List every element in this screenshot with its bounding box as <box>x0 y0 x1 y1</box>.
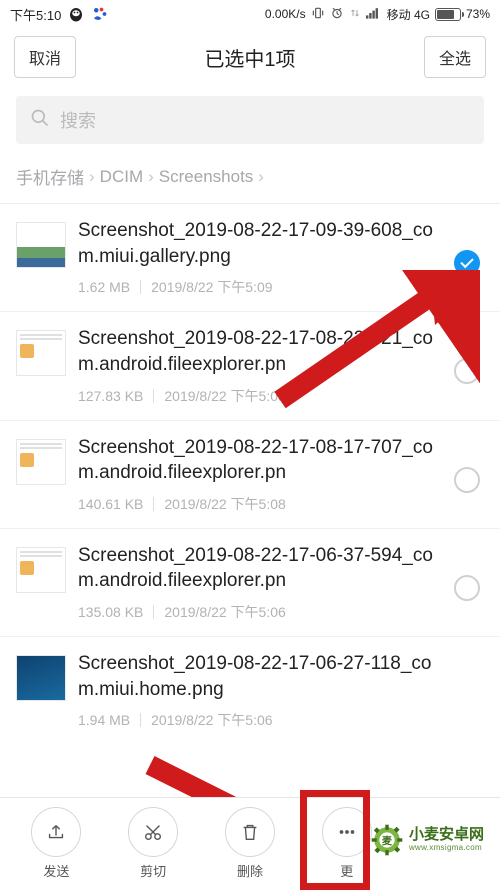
cancel-button[interactable]: 取消 <box>14 36 76 78</box>
file-row[interactable]: Screenshot_2019-08-22-17-08-17-707_com.a… <box>0 421 500 529</box>
file-thumbnail <box>16 655 66 701</box>
file-thumbnail <box>16 330 66 376</box>
search-placeholder: 搜索 <box>60 107 96 133</box>
more-button[interactable]: 更 <box>322 807 372 880</box>
vibrate-icon <box>311 6 325 23</box>
status-time: 下午5:10 <box>10 5 61 24</box>
file-date: 2019/8/22 下午5:06 <box>151 710 272 730</box>
select-all-button[interactable]: 全选 <box>424 36 486 78</box>
file-row[interactable]: Screenshot_2019-08-22-17-09-39-608_com.m… <box>0 204 500 312</box>
send-label: 发送 <box>43 861 69 880</box>
cut-label: 剪切 <box>140 861 166 880</box>
alarm-icon <box>330 6 344 23</box>
file-row[interactable]: Screenshot_2019-08-22-17-06-27-118_com.m… <box>0 637 500 744</box>
breadcrumb-item[interactable]: 手机存储 <box>16 164 84 189</box>
file-name: Screenshot_2019-08-22-17-08-17-707_com.a… <box>78 435 444 486</box>
file-thumbnail <box>16 222 66 268</box>
search-icon <box>30 108 50 133</box>
selection-checkbox[interactable] <box>454 467 480 493</box>
file-size: 140.61 KB <box>78 496 143 512</box>
send-button[interactable]: 发送 <box>31 807 81 880</box>
file-date: 2019/8/22 下午5:08 <box>164 386 285 406</box>
chevron-right-icon: › <box>89 167 95 187</box>
file-size: 127.83 KB <box>78 388 143 404</box>
breadcrumb[interactable]: 手机存储 › DCIM › Screenshots › <box>0 158 500 204</box>
selection-checkbox[interactable] <box>454 575 480 601</box>
file-thumbnail <box>16 547 66 593</box>
selection-title: 已选中1项 <box>204 43 295 72</box>
status-carrier: 移动 4G <box>387 6 430 23</box>
file-list: Screenshot_2019-08-22-17-09-39-608_com.m… <box>0 204 500 744</box>
file-date: 2019/8/22 下午5:06 <box>164 602 285 622</box>
file-name: Screenshot_2019-08-22-17-08-22-421_com.a… <box>78 326 444 377</box>
battery-icon <box>435 8 461 21</box>
data-icon <box>349 6 361 23</box>
chevron-right-icon: › <box>148 167 154 187</box>
file-size: 1.94 MB <box>78 712 130 728</box>
breadcrumb-item[interactable]: DCIM <box>100 167 143 187</box>
delete-label: 删除 <box>237 861 263 880</box>
file-row[interactable]: Screenshot_2019-08-22-17-08-22-421_com.a… <box>0 312 500 420</box>
chevron-right-icon: › <box>258 167 264 187</box>
search-input[interactable]: 搜索 <box>16 96 484 144</box>
baidu-icon <box>91 5 109 23</box>
file-name: Screenshot_2019-08-22-17-09-39-608_com.m… <box>78 218 444 269</box>
file-thumbnail <box>16 439 66 485</box>
status-battery-pct: 73% <box>466 7 490 21</box>
qq-icon <box>67 5 85 23</box>
file-name: Screenshot_2019-08-22-17-06-27-118_com.m… <box>78 651 444 702</box>
file-date: 2019/8/22 下午5:08 <box>164 494 285 514</box>
file-name: Screenshot_2019-08-22-17-06-37-594_com.a… <box>78 543 444 594</box>
breadcrumb-item[interactable]: Screenshots <box>159 167 254 187</box>
signal-icon <box>366 7 382 22</box>
file-size: 135.08 KB <box>78 604 143 620</box>
cut-button[interactable]: 剪切 <box>128 807 178 880</box>
status-bar: 下午5:10 0.00K/s 移动 4G 73% <box>0 0 500 28</box>
delete-button[interactable]: 删除 <box>225 807 275 880</box>
more-label: 更 <box>340 861 353 880</box>
file-size: 1.62 MB <box>78 279 130 295</box>
action-toolbar: 发送 剪切 删除 更 <box>0 797 500 889</box>
status-netspeed: 0.00K/s <box>265 7 306 21</box>
file-date: 2019/8/22 下午5:09 <box>151 277 272 297</box>
file-row[interactable]: Screenshot_2019-08-22-17-06-37-594_com.a… <box>0 529 500 637</box>
selection-header: 取消 已选中1项 全选 <box>0 28 500 90</box>
selection-checkbox[interactable] <box>454 250 480 276</box>
